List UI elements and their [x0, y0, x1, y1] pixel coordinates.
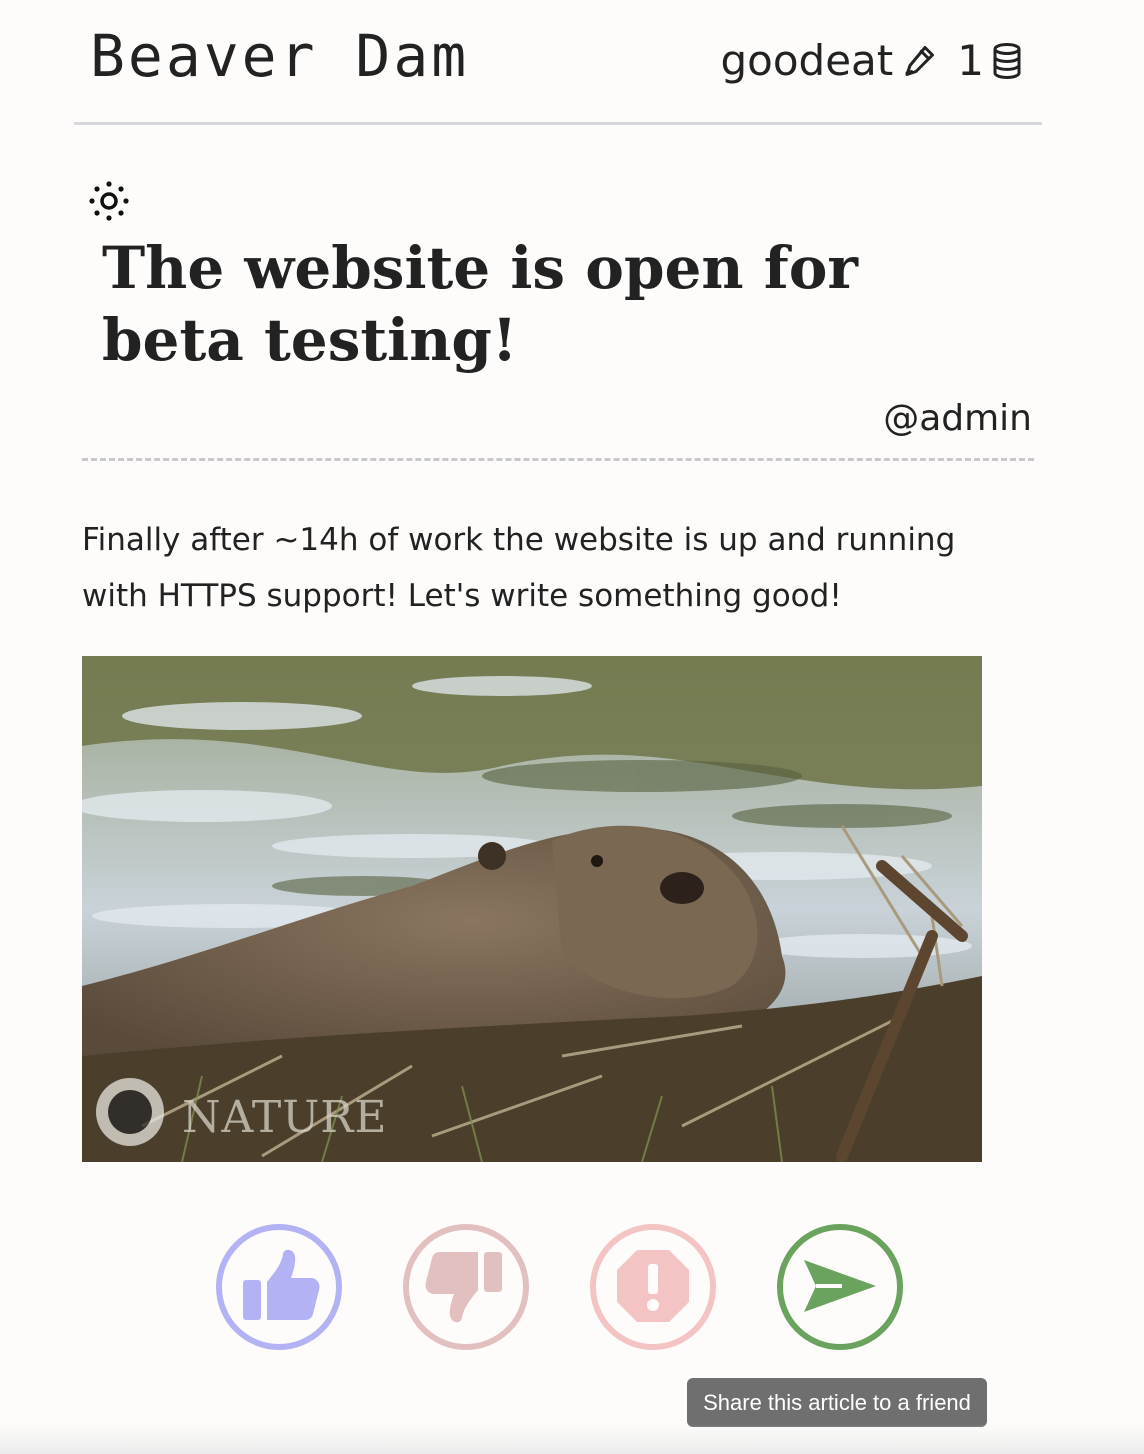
coin-count: 1: [957, 36, 984, 85]
title-divider: [82, 458, 1034, 461]
article-body: Finally after ~14h of work the website i…: [82, 522, 956, 614]
sun-icon[interactable]: [86, 178, 132, 224]
thumbs-down-icon: [424, 1244, 508, 1331]
thumbs-up-icon: [237, 1244, 321, 1331]
media-watermark: NATURE: [182, 1092, 388, 1143]
article-title: The website is open for beta testing!: [102, 234, 858, 374]
report-button[interactable]: [590, 1224, 716, 1350]
share-button[interactable]: [777, 1224, 903, 1350]
article-image: NATURE: [82, 656, 982, 1162]
alert-octagon-icon: [615, 1248, 691, 1327]
site-title[interactable]: Beaver Dam: [90, 22, 469, 90]
coin-stack-icon: [992, 42, 1022, 79]
like-button[interactable]: [216, 1224, 342, 1350]
send-icon: [798, 1244, 882, 1331]
username[interactable]: goodeat: [721, 36, 894, 85]
article-actions: [216, 1224, 903, 1350]
share-tooltip: Share this article to a friend: [687, 1378, 987, 1427]
user-area: goodeat 1: [721, 36, 1023, 85]
pencil-icon[interactable]: [901, 43, 937, 79]
site-header: Beaver Dam goodeat 1: [74, 0, 1042, 125]
article-author[interactable]: @admin: [883, 398, 1032, 439]
dislike-button[interactable]: [403, 1224, 529, 1350]
bottom-fade: [0, 1424, 1144, 1454]
